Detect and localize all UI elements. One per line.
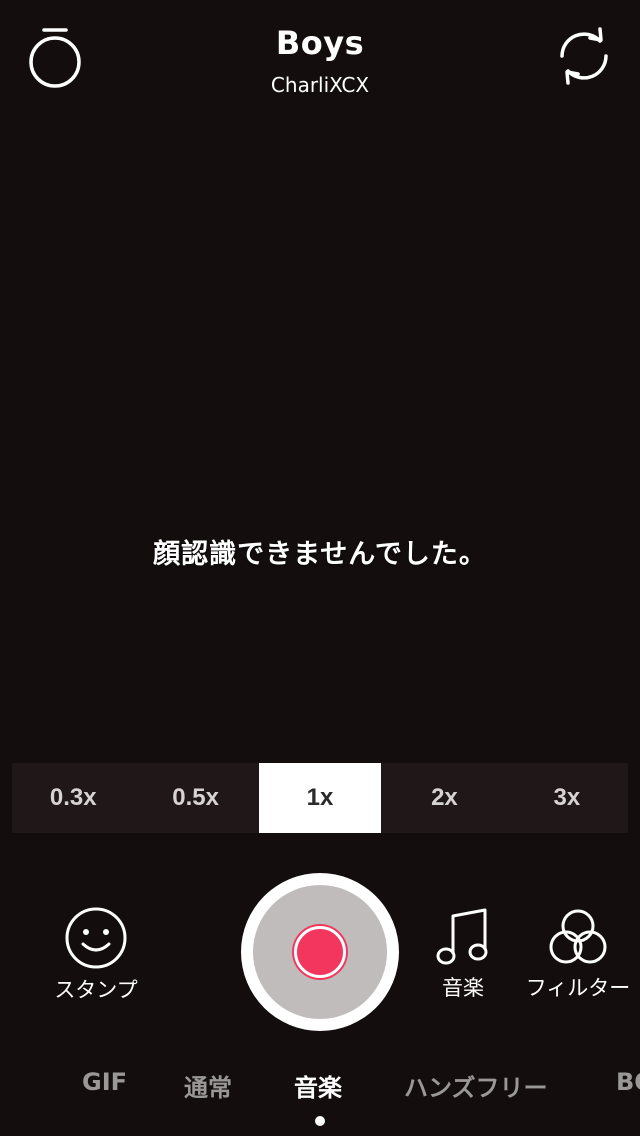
speed-option-0-5x[interactable]: 0.5x — [134, 763, 256, 833]
mode-tab-gif[interactable]: GIF — [82, 1068, 127, 1096]
record-button-inner — [253, 885, 387, 1019]
speed-option-0-3x[interactable]: 0.3x — [12, 763, 134, 833]
flip-camera-icon — [560, 27, 608, 85]
stamp-button[interactable]: スタンプ — [50, 906, 142, 1004]
camera-screen: Boys CharliXCX 顔認識できませんでした。 0.3x 0.5x 1x… — [0, 0, 640, 1136]
flip-camera-button[interactable] — [554, 26, 614, 86]
mode-tab-normal[interactable]: 通常 — [184, 1068, 232, 1103]
speed-option-3x[interactable]: 3x — [506, 763, 628, 833]
speed-selector: 0.3x 0.5x 1x 2x 3x — [12, 763, 628, 833]
mode-tabs: GIF 通常 音楽 ハンズフリー BO — [0, 1068, 640, 1108]
speed-option-2x[interactable]: 2x — [383, 763, 505, 833]
speed-option-1x[interactable]: 1x — [258, 763, 382, 833]
mode-indicator-dot — [315, 1116, 325, 1126]
mode-tab-music[interactable]: 音楽 — [294, 1068, 342, 1103]
mode-tab-bo[interactable]: BO — [616, 1068, 640, 1096]
face-detection-message: 顔認識できませんでした。 — [153, 539, 487, 570]
song-artist[interactable]: CharliXCX — [0, 73, 640, 97]
stamp-label: スタンプ — [54, 978, 138, 1002]
music-button[interactable]: 音楽 — [422, 906, 504, 1002]
filter-label: フィルター — [525, 976, 631, 1000]
mode-tab-handsfree[interactable]: ハンズフリー — [404, 1068, 548, 1103]
music-label: 音楽 — [442, 976, 484, 1000]
record-dot-icon — [294, 926, 346, 978]
record-button[interactable] — [241, 873, 399, 1031]
smiley-icon — [65, 907, 127, 969]
music-note-icon — [436, 908, 488, 965]
filter-icon — [549, 909, 607, 964]
filter-button[interactable]: フィルター — [526, 906, 630, 1002]
song-title[interactable]: Boys — [0, 24, 640, 62]
